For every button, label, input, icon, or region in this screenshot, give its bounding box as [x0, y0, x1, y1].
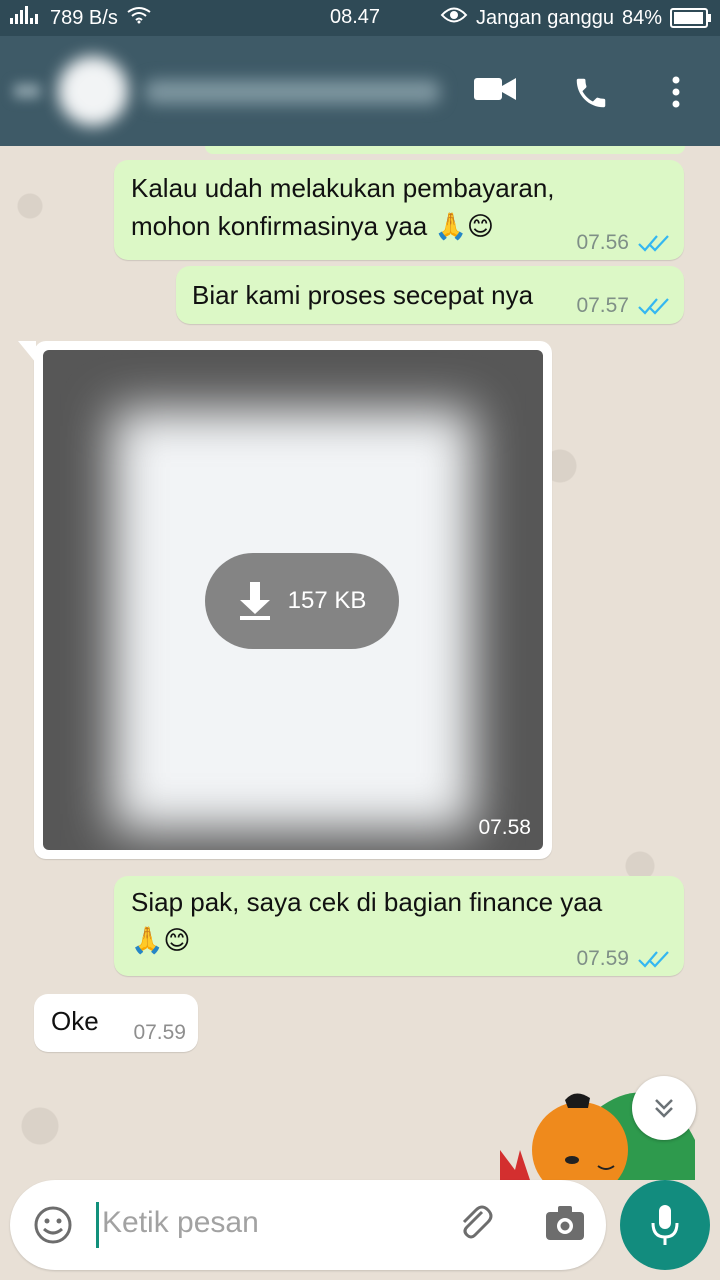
image-time: 07.58: [478, 816, 531, 839]
contact-name-blurred[interactable]: [145, 80, 440, 104]
message-outgoing[interactable]: Siap pak, saya cek di bagian finance yaa…: [114, 876, 684, 976]
time-label: 07.56: [576, 231, 629, 254]
scroll-to-bottom-button[interactable]: [632, 1076, 696, 1140]
voice-message-button[interactable]: [620, 1180, 710, 1270]
message-outgoing[interactable]: Biar kami proses secepat nya 07.57: [176, 266, 684, 324]
message-outgoing[interactable]: Kalau udah melakukan pembayaran, mohon k…: [114, 160, 684, 260]
message-incoming-image[interactable]: 157 KB 07.58: [18, 341, 552, 859]
signal-icon: [10, 6, 42, 30]
video-camera-icon: [474, 78, 516, 100]
emoji-button[interactable]: [32, 1204, 74, 1251]
file-size: 157 KB: [287, 587, 367, 614]
read-ticks-icon: [638, 235, 669, 252]
voice-call-button[interactable]: [572, 74, 610, 117]
video-call-button[interactable]: [474, 74, 516, 109]
contact-avatar[interactable]: [58, 56, 128, 126]
more-options-button[interactable]: [666, 74, 686, 115]
message-text: Biar kami proses secepat nya: [192, 280, 534, 310]
battery-level-fill: [674, 12, 703, 24]
time-label: 07.59: [576, 947, 629, 970]
network-rate: 789 B/s: [50, 6, 118, 29]
read-ticks-icon: [638, 951, 669, 968]
status-bar: 789 B/s 08.47 Jangan ganggu 84%: [0, 0, 720, 36]
camera-icon: [546, 1206, 584, 1240]
read-ticks-icon: [638, 298, 669, 315]
message-line: Kalau udah melakukan pembayaran,: [131, 173, 555, 203]
phone-icon: [576, 78, 606, 108]
message-time: 07.59: [133, 1014, 186, 1052]
message-text: Oke: [51, 1006, 99, 1036]
message-incoming[interactable]: Oke 07.59: [34, 994, 198, 1052]
paperclip-icon: [462, 1205, 493, 1239]
image-thumbnail-blurred[interactable]: 157 KB 07.58: [43, 350, 543, 850]
status-right: Jangan ganggu 84%: [440, 6, 711, 30]
message-text: Siap pak, saya cek di bagian finance yaa: [131, 887, 603, 917]
status-left: 789 B/s: [10, 6, 152, 30]
microphone-icon: [651, 1205, 679, 1245]
message-emoji: 🙏😊: [131, 926, 191, 956]
attach-button[interactable]: [454, 1202, 498, 1251]
message-time: 07.56: [576, 224, 671, 262]
chat-header: [0, 36, 720, 146]
message-composer: Ketik pesan: [10, 1180, 606, 1270]
status-time: 08.47: [330, 6, 381, 28]
message-time: 07.59: [576, 940, 671, 978]
previous-message-edge: [205, 146, 685, 154]
message-input[interactable]: Ketik pesan: [102, 1206, 259, 1240]
message-line: mohon konfirmasinya yaa 🙏😊: [131, 207, 494, 246]
time-label: 07.59: [133, 1021, 186, 1044]
back-button-blurred[interactable]: [14, 84, 40, 98]
message-time: 07.57: [576, 287, 671, 325]
message-text: mohon konfirmasinya yaa: [131, 211, 428, 241]
download-icon: [239, 582, 270, 620]
time-label: 07.57: [576, 294, 629, 317]
double-chevron-down-icon: [655, 1099, 673, 1118]
battery-icon: [670, 8, 711, 28]
do-not-disturb-label: Jangan ganggu: [476, 6, 614, 29]
more-vert-icon: [672, 76, 680, 108]
eye-icon: [440, 6, 468, 30]
camera-button[interactable]: [544, 1204, 586, 1247]
battery-percent: 84%: [621, 6, 662, 29]
download-button[interactable]: 157 KB: [205, 553, 399, 649]
text-cursor: [96, 1202, 99, 1248]
message-emoji: 🙏😊: [434, 212, 494, 242]
emoji-icon: [34, 1206, 72, 1244]
wifi-icon: [126, 6, 152, 30]
